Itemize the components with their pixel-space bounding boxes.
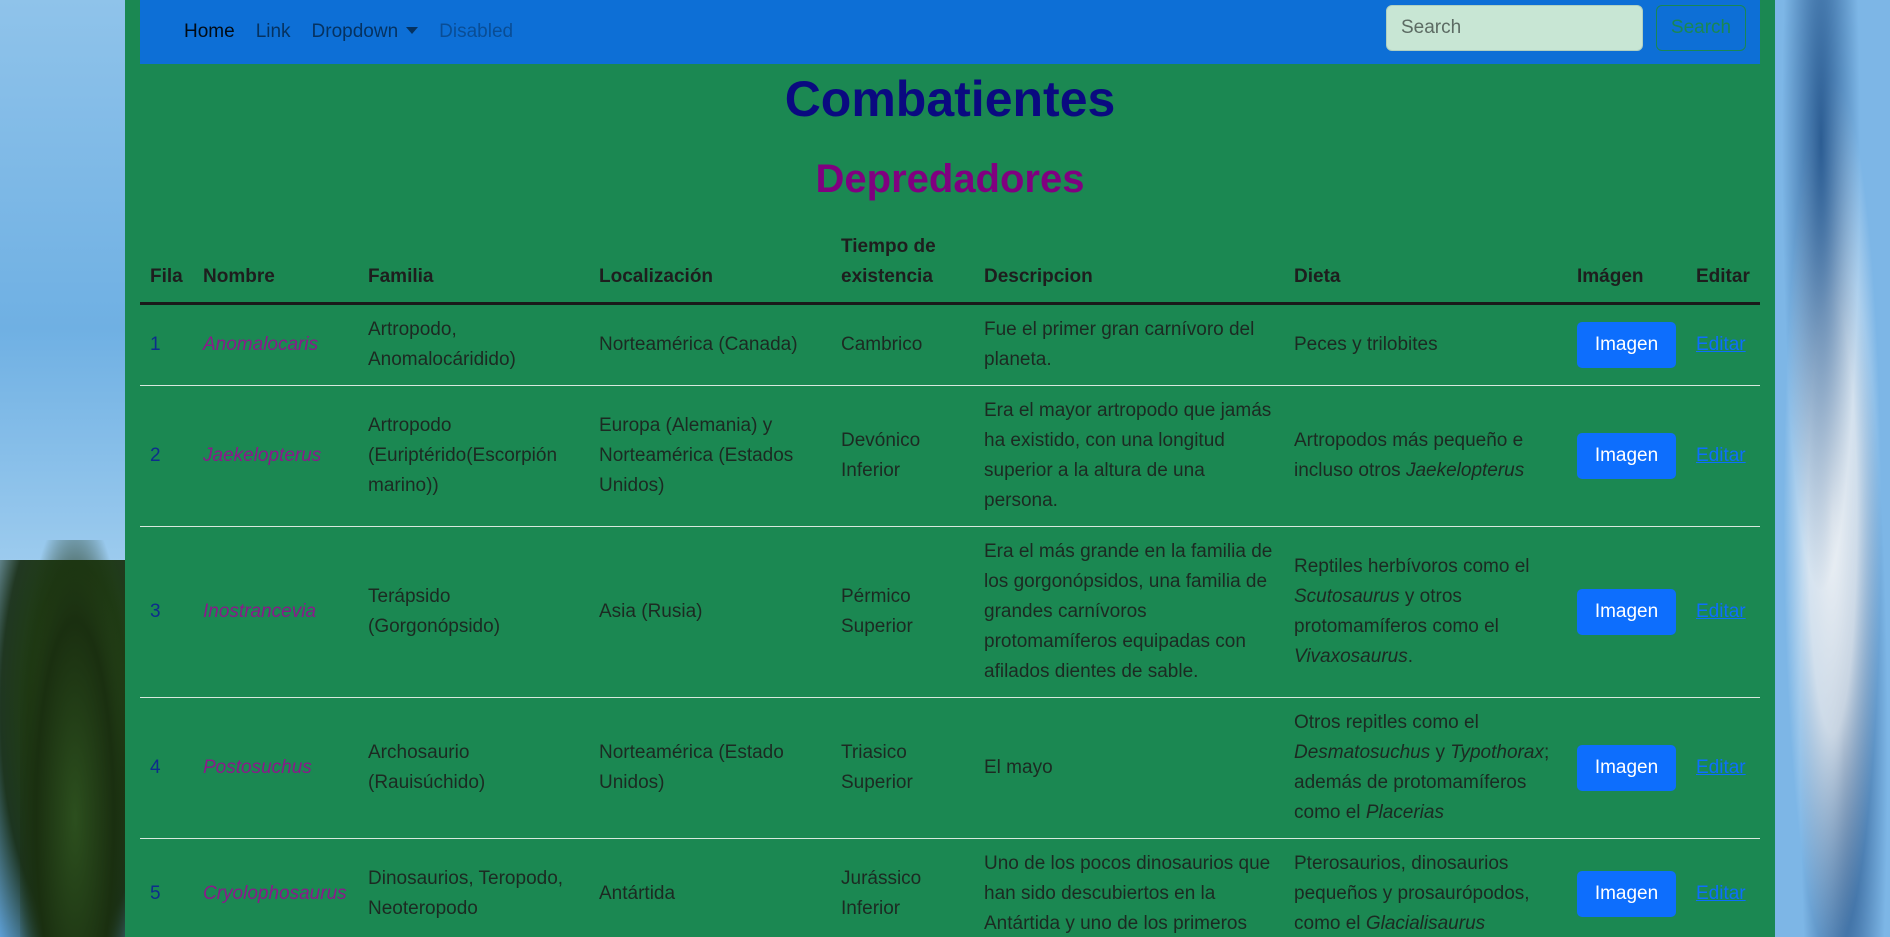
cell-dieta: Reptiles herbívoros como el Scutosaurus … <box>1284 526 1567 698</box>
imagen-button[interactable]: Imagen <box>1577 322 1676 368</box>
background-sky-clouds <box>1775 0 1890 937</box>
main-container: Home Link Dropdown Disabled Search Comba… <box>125 0 1775 937</box>
header-tiempo: Tiempo de existencia <box>831 228 974 305</box>
editar-link[interactable]: Editar <box>1696 334 1746 355</box>
nav-dropdown-label: Dropdown <box>311 21 399 42</box>
background-foliage-shadow <box>20 540 130 937</box>
editar-link[interactable]: Editar <box>1696 445 1746 466</box>
cell-editar: Editar <box>1686 303 1760 386</box>
header-familia: Familia <box>358 228 589 305</box>
cell-dieta: Pterosaurios, dinosaurios pequeños y pro… <box>1284 838 1567 937</box>
cell-tiempo: Cambrico <box>831 303 974 386</box>
cell-editar: Editar <box>1686 526 1760 698</box>
table-row: 1 Anomalocaris Artropodo, Anomalocáridido)… <box>140 303 1760 386</box>
cell-tiempo: Devónico Inferior <box>831 385 974 527</box>
cell-editar: Editar <box>1686 838 1760 937</box>
cell-dieta: Peces y trilobites <box>1284 303 1567 386</box>
cell-localizacion: Europa (Alemania) y Norteamérica (Estado… <box>589 385 831 527</box>
cell-fila: 1 <box>140 303 193 386</box>
imagen-button[interactable]: Imagen <box>1577 589 1676 635</box>
table-row: 2 Jaekelopterus Artropodo (Euriptérido(Esc… <box>140 385 1760 527</box>
header-nombre: Nombre <box>193 228 358 305</box>
cell-descripcion: Uno de los pocos dinosaurios que han sid… <box>974 838 1284 937</box>
cell-fila: 5 <box>140 838 193 937</box>
search-input[interactable] <box>1386 5 1643 51</box>
cell-descripcion: Era el mayor artropodo que jamás ha exis… <box>974 385 1284 527</box>
cell-fila: 3 <box>140 526 193 698</box>
nav-home-link[interactable]: Home <box>184 21 235 43</box>
cell-familia: Artropodo, Anomalocáridido) <box>358 303 589 386</box>
search-button[interactable]: Search <box>1656 5 1746 51</box>
diet-text: Otros repitles como el <box>1294 712 1479 733</box>
cell-tiempo: Triasico Superior <box>831 697 974 839</box>
cell-dieta: Artropodos más pequeño e incluso otros J… <box>1284 385 1567 527</box>
header-editar: Editar <box>1686 228 1760 305</box>
header-descripcion: Descripcion <box>974 228 1284 305</box>
cell-familia: Dinosaurios, Teropodo, Neoteropodo <box>358 838 589 937</box>
table-body: 1 Anomalocaris Artropodo, Anomalocáridido)… <box>140 303 1760 937</box>
cell-descripcion: Fue el primer gran carnívoro del planeta… <box>974 303 1284 386</box>
cell-tiempo: Pérmico Superior <box>831 526 974 698</box>
table-row: 3 Inostrancevia Terápsido (Gorgonópsido) As… <box>140 526 1760 698</box>
header-dieta: Dieta <box>1284 228 1567 305</box>
cell-dieta: Otros repitles como el Desmatosuchus y T… <box>1284 697 1567 839</box>
cell-familia: Archosaurio (Rauisúchido) <box>358 697 589 839</box>
diet-species-name: Scutosaurus <box>1294 586 1400 607</box>
cell-familia: Terápsido (Gorgonópsido) <box>358 526 589 698</box>
cell-nombre: Cryolophosaurus <box>193 838 358 937</box>
editar-link[interactable]: Editar <box>1696 883 1746 904</box>
header-localizacion: Localización <box>589 228 831 305</box>
diet-species-name: Vivaxosaurus <box>1294 646 1408 667</box>
cell-localizacion: Norteamérica (Canada) <box>589 303 831 386</box>
imagen-button[interactable]: Imagen <box>1577 433 1676 479</box>
caret-down-icon <box>406 27 419 34</box>
editar-link[interactable]: Editar <box>1696 757 1746 778</box>
cell-familia: Artropodo (Euriptérido(Escorpión marino)… <box>358 385 589 527</box>
nav-disabled-link: Disabled <box>439 21 514 42</box>
cell-nombre: Inostrancevia <box>193 526 358 698</box>
cell-fila: 2 <box>140 385 193 527</box>
diet-species-name: Jaekelopterus <box>1405 460 1525 481</box>
diet-text: Reptiles herbívoros como el <box>1294 556 1530 577</box>
cell-localizacion: Antártida <box>589 838 831 937</box>
cell-editar: Editar <box>1686 385 1760 527</box>
cell-tiempo: Jurássico Inferior <box>831 838 974 937</box>
cell-descripcion: El mayo <box>974 697 1284 839</box>
table-row: 4 Postosuchus Archosaurio (Rauisúchido) Nor… <box>140 697 1760 839</box>
page-title: Combatientes <box>784 71 1116 127</box>
cell-imagen: Imagen <box>1567 697 1686 839</box>
diet-text: y <box>1430 742 1451 763</box>
page-subtitle: Depredadores <box>815 157 1085 201</box>
cell-localizacion: Asia (Rusia) <box>589 526 831 698</box>
nav-links: Home Link Dropdown Disabled <box>184 21 534 43</box>
cell-imagen: Imagen <box>1567 526 1686 698</box>
header-imagen: Imágen <box>1567 228 1686 305</box>
imagen-button[interactable]: Imagen <box>1577 871 1676 917</box>
predators-table: Fila Nombre Familia Localización Tiempo … <box>140 228 1760 937</box>
nav-link-link[interactable]: Link <box>256 21 291 43</box>
cell-descripcion: Era el más grande en la familia de los g… <box>974 526 1284 698</box>
cell-imagen: Imagen <box>1567 385 1686 527</box>
diet-text: . <box>1407 646 1413 667</box>
cell-fila: 4 <box>140 697 193 839</box>
editar-link[interactable]: Editar <box>1696 601 1746 622</box>
table-header-row: Fila Nombre Familia Localización Tiempo … <box>140 228 1760 305</box>
cell-imagen: Imagen <box>1567 303 1686 386</box>
cell-imagen: Imagen <box>1567 838 1686 937</box>
cell-nombre: Anomalocaris <box>193 303 358 386</box>
imagen-button[interactable]: Imagen <box>1577 745 1676 791</box>
diet-species-name: Placerias <box>1365 802 1444 823</box>
nav-dropdown-toggle[interactable]: Dropdown <box>312 21 419 43</box>
diet-species-name: Glacialisaurus <box>1365 913 1486 934</box>
diet-text: Peces y trilobites <box>1294 334 1438 355</box>
cell-nombre: Jaekelopterus <box>193 385 358 527</box>
diet-species-name: Desmatosuchus <box>1294 742 1431 763</box>
cell-nombre: Postosuchus <box>193 697 358 839</box>
navbar: Home Link Dropdown Disabled Search <box>140 0 1760 64</box>
cell-localizacion: Norteamérica (Estado Unidos) <box>589 697 831 839</box>
diet-species-name: Typothorax <box>1450 742 1544 763</box>
cell-editar: Editar <box>1686 697 1760 839</box>
header-fila: Fila <box>140 228 193 305</box>
table-row: 5 Cryolophosaurus Dinosaurios, Teropodo, N… <box>140 838 1760 937</box>
